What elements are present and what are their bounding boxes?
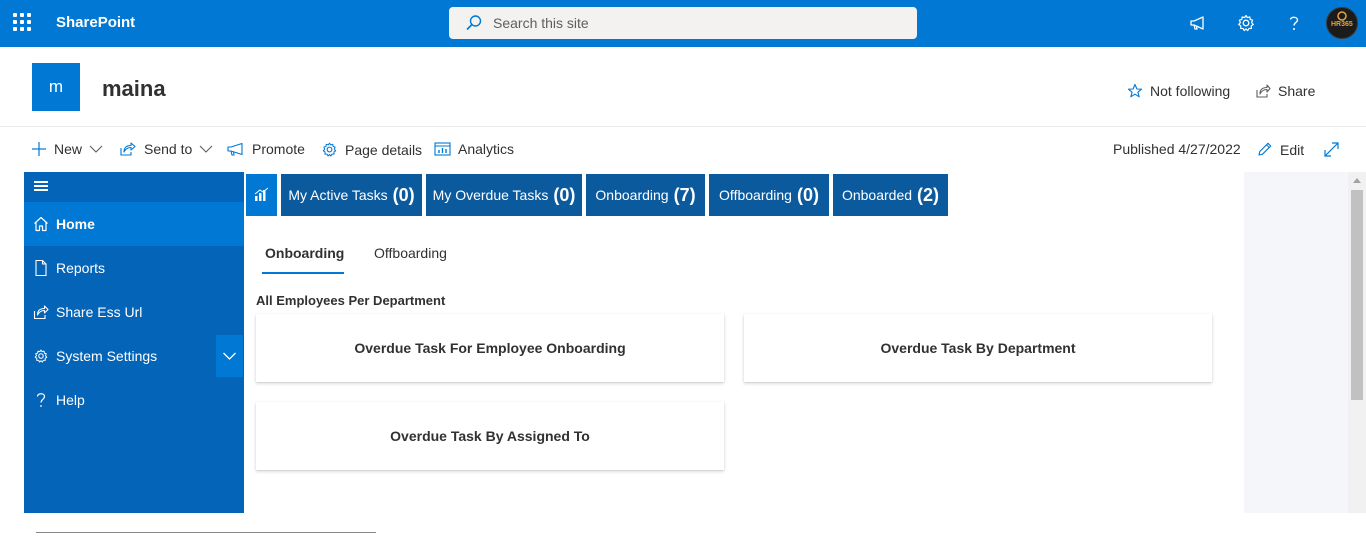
- tile-offboarding[interactable]: Offboarding (0): [709, 174, 829, 216]
- tab-offboarding[interactable]: Offboarding: [374, 245, 447, 261]
- search-input[interactable]: [493, 13, 893, 33]
- analytics-button[interactable]: Analytics: [434, 141, 514, 157]
- card-overdue-department[interactable]: Overdue Task By Department: [744, 314, 1212, 382]
- nav-item-reports[interactable]: Reports: [24, 246, 244, 290]
- megaphone-icon: [227, 142, 243, 156]
- chevron-down-icon: [223, 352, 236, 360]
- tab-selected-indicator: [262, 272, 344, 274]
- nav-label-reports: Reports: [56, 260, 106, 276]
- share-label: Share: [1278, 83, 1316, 99]
- gear-icon: [322, 142, 337, 157]
- site-header: m maina Not following Share: [0, 47, 1366, 127]
- published-text: Published 4/27/2022: [1113, 141, 1241, 157]
- search-icon: [466, 15, 482, 31]
- tile-count: (0): [796, 184, 819, 205]
- hamburger-icon[interactable]: [34, 181, 48, 191]
- tile-label: My Active Tasks: [288, 187, 388, 203]
- gear-icon: [34, 349, 48, 363]
- tile-onboarding[interactable]: Onboarding (7): [586, 174, 705, 216]
- expand-icon[interactable]: [1323, 141, 1340, 158]
- tile-count: (7): [673, 184, 696, 205]
- published-status: Published 4/27/2022: [1113, 141, 1241, 157]
- document-icon: [35, 259, 47, 277]
- promote-button[interactable]: Promote: [227, 141, 305, 157]
- card-overdue-onboarding[interactable]: Overdue Task For Employee Onboarding: [256, 314, 724, 382]
- chevron-down-icon: [89, 145, 103, 153]
- page-details-button[interactable]: Page details: [321, 141, 422, 158]
- search-box[interactable]: [449, 7, 917, 39]
- tab-onboarding[interactable]: Onboarding: [265, 245, 344, 261]
- vertical-scrollbar[interactable]: [1348, 172, 1366, 513]
- send-to-button[interactable]: Send to: [119, 141, 213, 157]
- help-icon[interactable]: [1284, 13, 1304, 33]
- section-title: All Employees Per Department: [256, 293, 446, 308]
- nav-label-help: Help: [56, 392, 85, 408]
- nav-item-help[interactable]: Help: [24, 378, 244, 422]
- page-details-label: Page details: [345, 141, 423, 158]
- avatar[interactable]: HR365: [1326, 7, 1358, 39]
- nav-item-system-settings[interactable]: System Settings: [24, 334, 244, 378]
- avatar-text: HR365: [1331, 21, 1353, 28]
- share-icon: [33, 305, 49, 320]
- page-margin: [1244, 172, 1348, 513]
- nav-item-share-ess-url[interactable]: Share Ess Url: [24, 290, 244, 334]
- system-settings-expand-button[interactable]: [216, 335, 243, 377]
- tile-label: Offboarding: [719, 187, 792, 203]
- tile-label: Onboarded: [841, 187, 913, 203]
- promote-label: Promote: [252, 141, 305, 157]
- tile-my-overdue-tasks[interactable]: My Overdue Tasks (0): [426, 174, 582, 216]
- megaphone-icon[interactable]: [1188, 13, 1208, 33]
- pencil-icon: [1258, 142, 1272, 156]
- tile-onboarded[interactable]: Onboarded (2): [833, 174, 948, 216]
- edit-label: Edit: [1280, 141, 1305, 158]
- gear-icon[interactable]: [1236, 13, 1256, 33]
- new-button[interactable]: New: [31, 141, 103, 157]
- tile-label: My Overdue Tasks: [432, 187, 549, 203]
- command-bar: New Send to Promote Page details Analyti…: [0, 128, 1366, 172]
- app-launcher-icon[interactable]: [13, 13, 33, 33]
- site-title[interactable]: maina: [102, 76, 166, 102]
- share-button[interactable]: Share: [1255, 83, 1315, 99]
- not-following-button[interactable]: Not following: [1127, 83, 1230, 99]
- analytics-label: Analytics: [458, 141, 515, 157]
- scroll-thumb[interactable]: [1351, 190, 1363, 400]
- chart-icon: [254, 187, 269, 201]
- star-icon: [1127, 83, 1143, 98]
- suite-bar: SharePoint HR365: [0, 0, 1366, 47]
- nav-label-share-ess-url: Share Ess Url: [56, 304, 143, 320]
- nav-label-home: Home: [56, 216, 95, 232]
- card-title: Overdue Task By Department: [880, 340, 1076, 356]
- card-title: Overdue Task For Employee Onboarding: [354, 340, 626, 356]
- tile-count: (0): [392, 184, 415, 205]
- edit-button[interactable]: Edit: [1256, 141, 1304, 158]
- chevron-down-icon: [199, 145, 213, 153]
- plus-icon: [32, 142, 46, 156]
- avatar-logo-icon: [1337, 11, 1347, 21]
- send-to-label: Send to: [144, 141, 193, 157]
- share-icon: [1256, 84, 1271, 98]
- card-overdue-assigned[interactable]: Overdue Task By Assigned To: [256, 402, 724, 470]
- question-icon: [36, 393, 46, 407]
- tile-count: (2): [917, 184, 940, 205]
- analytics-icon: [434, 142, 451, 156]
- nav-label-system-settings: System Settings: [56, 348, 158, 364]
- app-name[interactable]: SharePoint: [56, 14, 135, 31]
- new-label: New: [54, 141, 83, 157]
- scroll-up-icon[interactable]: [1353, 178, 1361, 183]
- dashboard-chart-button[interactable]: [246, 174, 277, 216]
- tile-label: Onboarding: [595, 187, 669, 203]
- nav-item-home[interactable]: Home: [24, 202, 244, 246]
- divider: [36, 532, 376, 533]
- not-following-label: Not following: [1150, 83, 1231, 99]
- left-nav: Home Reports Share Ess Url System Settin…: [24, 172, 244, 513]
- home-icon: [34, 216, 48, 232]
- send-icon: [120, 142, 136, 156]
- tile-my-active-tasks[interactable]: My Active Tasks (0): [281, 174, 422, 216]
- card-title: Overdue Task By Assigned To: [390, 428, 590, 444]
- site-logo[interactable]: m: [32, 63, 80, 111]
- tile-count: (0): [553, 184, 576, 205]
